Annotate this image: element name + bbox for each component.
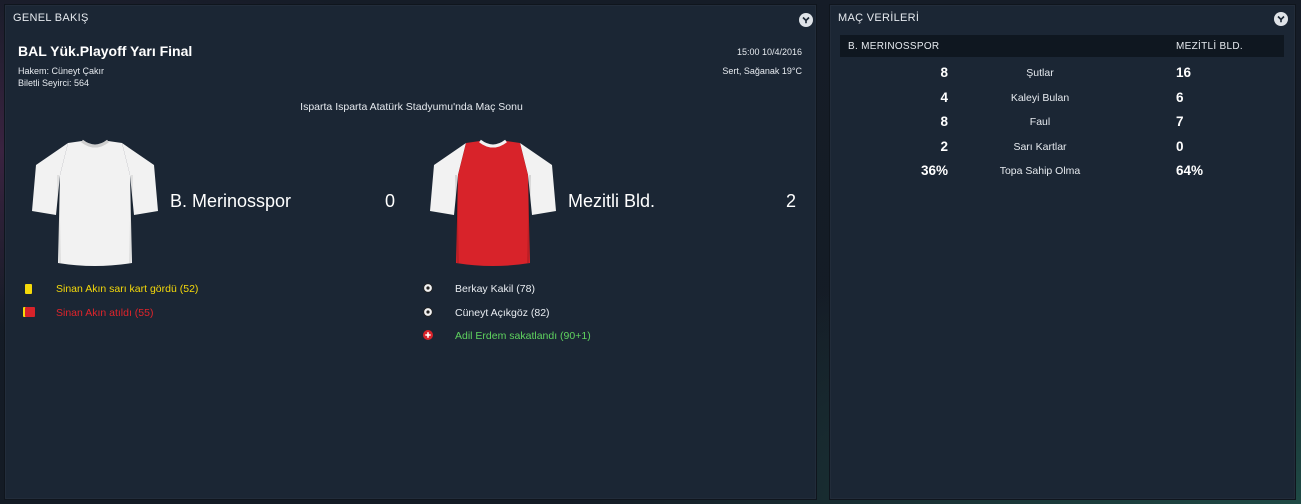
overview-collapse-icon[interactable] [799,13,813,27]
home-kit-shirt[interactable] [30,135,160,267]
goal-ball-icon [423,283,433,293]
stat-row: 36% Topa Sahip Olma 64% [840,158,1284,182]
stats-header-row: B. MERINOSSPOR MEZİTLİ BLD. [840,35,1284,57]
stat-away-value: 7 [1176,114,1184,129]
away-score: 2 [786,191,797,211]
stat-label: Şutlar [1026,67,1054,79]
referee-text: Hakem: Cüneyt Çakır [18,66,105,76]
match-stats-panel: MAÇ VERİLERİ B. MERINOSSPOR MEZİTLİ BLD.… [829,4,1296,500]
home-score: 0 [385,191,396,211]
stat-home-value: 4 [940,90,948,105]
stat-row: 2 Sarı Kartlar 0 [840,134,1284,158]
overview-panel-title: GENEL BAKIŞ [13,12,89,24]
home-event-text[interactable]: Sinan Akın atıldı (55) [56,306,153,320]
away-event-text[interactable]: Adil Erdem sakatlandı (90+1) [455,329,591,343]
stat-away-value: 0 [1176,139,1184,154]
stats-panel-title: MAÇ VERİLERİ [838,12,920,24]
stat-home-value: 2 [940,139,948,154]
injury-icon [423,330,433,340]
home-team-name[interactable]: B. Merinosspor [170,191,291,212]
stat-away-value: 6 [1176,90,1184,105]
away-event-text[interactable]: Cüneyt Açıkgöz (82) [455,306,550,320]
stat-away-value: 64% [1176,163,1204,178]
home-event-text[interactable]: Sinan Akın sarı kart gördü (52) [56,282,198,296]
weather-text: Sert, Sağanak 19°C [722,66,802,76]
stat-home-value: 8 [940,114,948,129]
competition-title[interactable]: BAL Yük.Playoff Yarı Final [18,43,192,59]
stat-row: 8 Şutlar 16 [840,60,1284,84]
overview-panel: GENEL BAKIŞ BAL Yük.Playoff Yarı Final H… [4,4,817,500]
stat-home-value: 8 [940,65,948,80]
match-datetime: 15:00 10/4/2016 [736,47,802,57]
stats-away-header: MEZİTLİ BLD. [1176,41,1243,52]
away-event-text[interactable]: Berkay Kakil (78) [455,282,535,296]
goal-ball-icon [423,307,433,317]
stat-label: Topa Sahip Olma [999,165,1081,177]
red-card-icon [25,307,35,317]
stat-row: 8 Faul 7 [840,109,1284,133]
away-kit-shirt[interactable] [428,135,558,267]
stat-home-value: 36% [920,163,948,178]
stat-label: Faul [1029,116,1051,128]
away-team-name[interactable]: Mezitli Bld. [568,191,655,212]
stat-away-value: 16 [1176,65,1192,80]
stat-label: Kaleyi Bulan [1010,92,1070,104]
yellow-card-icon [25,284,32,294]
stats-collapse-icon[interactable] [1274,12,1288,26]
attendance-text: Biletli Seyirci: 564 [18,78,90,88]
stat-row: 4 Kaleyi Bulan 6 [840,85,1284,109]
stats-home-header: B. MERINOSSPOR [848,41,940,52]
venue-status: Isparta Isparta Atatürk Stadyumu'nda Maç… [300,101,523,113]
stat-label: Sarı Kartlar [1013,141,1067,153]
